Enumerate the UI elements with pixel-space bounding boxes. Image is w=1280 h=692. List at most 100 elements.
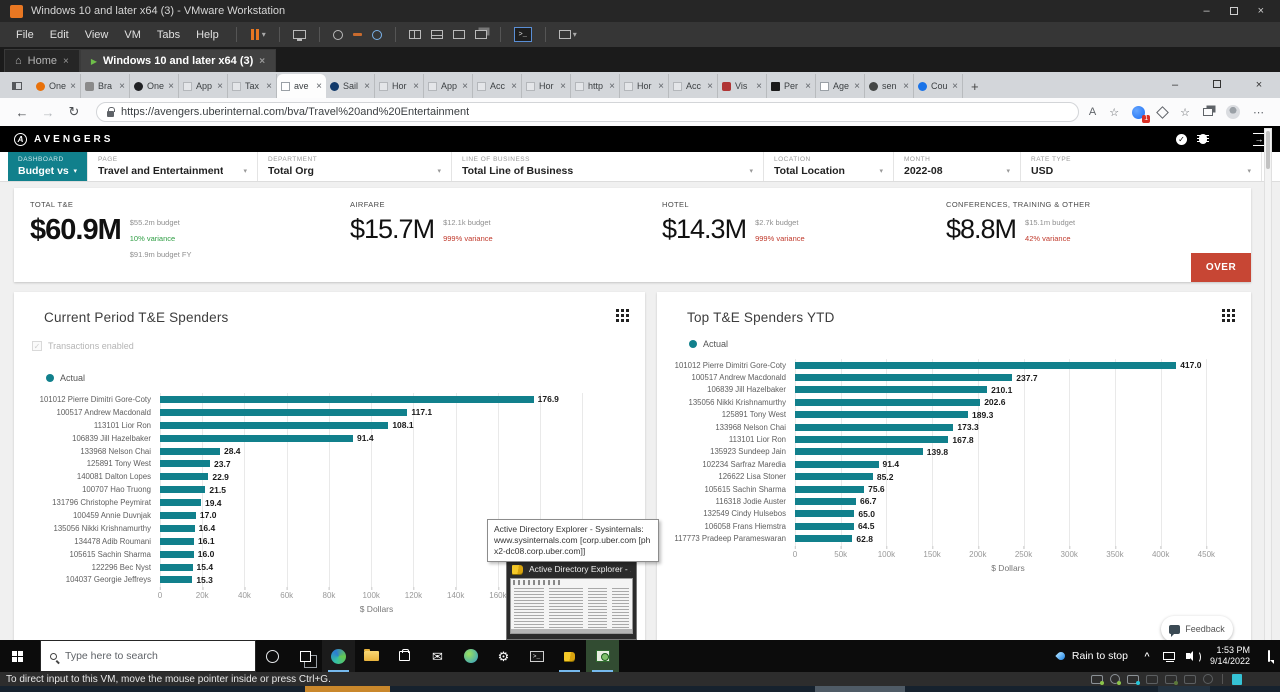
taskbar-cmd-button[interactable]: >_ [520, 640, 553, 672]
bar[interactable] [160, 408, 408, 416]
taskbar-edge-button[interactable] [322, 640, 355, 672]
grid-icon[interactable] [1222, 309, 1235, 322]
page-scrollbar[interactable] [1264, 128, 1272, 668]
filter-month[interactable]: MONTH 2022-08 ▾ [894, 152, 1021, 181]
tab-close-icon[interactable]: × [266, 81, 272, 92]
extension-badge-icon[interactable] [1132, 105, 1151, 123]
bar-row[interactable]: 125891 Tony West 189.3 [673, 409, 1235, 421]
bar[interactable] [795, 535, 853, 543]
favorites-icon[interactable]: ☆ [1109, 106, 1119, 119]
bar-row[interactable]: 133968 Nelson Chai 173.3 [673, 421, 1235, 433]
bar[interactable] [160, 511, 196, 519]
tab-close-icon[interactable]: × [364, 81, 370, 92]
browser-tab[interactable]: Tax × [228, 74, 277, 98]
tab-close-icon[interactable]: × [217, 81, 223, 92]
printer-device-icon[interactable] [1146, 674, 1158, 684]
bar-row[interactable]: 135056 Nikki Krishnamurthy 202.6 [673, 396, 1235, 408]
browser-tab[interactable]: Hor × [522, 74, 571, 98]
bar[interactable] [160, 537, 194, 545]
bar[interactable] [160, 563, 193, 571]
taskbar-clock[interactable]: 1:53 PM 9/14/2022 [1202, 640, 1258, 672]
browser-tab[interactable]: Per × [767, 74, 816, 98]
cd-dvd-device-icon[interactable] [1110, 674, 1121, 685]
filter-dashboard[interactable]: DASHBOARD Budget vs Actual ... ▾ [8, 152, 88, 181]
menu-vm[interactable]: VM [116, 26, 149, 44]
tab-close-icon[interactable]: × [316, 81, 322, 92]
bar[interactable] [795, 510, 855, 518]
bar[interactable] [160, 499, 201, 507]
close-button[interactable]: × [1258, 5, 1264, 17]
bar[interactable] [160, 421, 389, 429]
bar[interactable] [160, 486, 206, 494]
taskbar-settings-button[interactable]: ⚙ [487, 640, 520, 672]
tray-overflow-button[interactable]: ^ [1136, 640, 1158, 672]
browser-close-button[interactable]: × [1238, 79, 1280, 91]
browser-tab[interactable]: sen × [865, 74, 914, 98]
volume-tray-button[interactable] [1180, 640, 1202, 672]
browser-tab[interactable]: Cou × [914, 74, 963, 98]
extensions-icon[interactable] [1156, 105, 1169, 119]
tab-close-icon[interactable]: × [854, 81, 860, 92]
bar-row[interactable]: 113101 Lior Ron 108.1 [30, 419, 629, 432]
transactions-enabled-checkbox[interactable]: ✓ Transactions enabled [32, 341, 629, 351]
task-view-button[interactable] [289, 640, 322, 672]
tab-close-icon[interactable]: × [511, 81, 517, 92]
bar[interactable] [795, 398, 981, 406]
tab-close-icon[interactable]: × [462, 81, 468, 92]
bar-row[interactable]: 117773 Pradeep Parameswaran 62.8 [673, 532, 1235, 544]
tab-close-icon[interactable]: × [560, 81, 566, 92]
bug-report-icon[interactable] [1197, 134, 1209, 144]
menu-tabs[interactable]: Tabs [149, 26, 188, 44]
lock-icon[interactable] [107, 106, 115, 117]
taskbar-store-button[interactable] [388, 640, 421, 672]
fit-guest-button[interactable] [452, 30, 465, 39]
filter-department[interactable]: DEPARTMENT Total Org ▾ [258, 152, 452, 181]
bar-row[interactable]: 132549 Cindy Hulsebos 65.0 [673, 508, 1235, 520]
vm-tab-windows10[interactable]: ▶ Windows 10 and later x64 (3) × [79, 49, 277, 72]
address-bar[interactable]: https://avengers.uberinternal.com/bva/Tr… [96, 102, 1079, 122]
bar-row[interactable]: 140081 Dalton Lopes 22.9 [30, 470, 629, 483]
bar-row[interactable]: 100517 Andrew Macdonald 117.1 [30, 406, 629, 419]
menu-edit[interactable]: Edit [42, 26, 77, 44]
collections-icon[interactable]: ☆ [1180, 106, 1190, 119]
tab-groups-icon[interactable] [1203, 108, 1213, 116]
url-text[interactable]: https://avengers.uberinternal.com/bva/Tr… [121, 106, 469, 118]
profile-avatar[interactable] [1226, 105, 1240, 119]
chart-legend[interactable]: Actual [46, 373, 629, 383]
bar[interactable] [795, 460, 879, 468]
action-center-button[interactable] [1258, 640, 1280, 672]
browser-tab[interactable]: Vis × [718, 74, 767, 98]
minimize-button[interactable]: – [1203, 5, 1209, 17]
settings-menu-icon[interactable]: ⋯ [1253, 106, 1264, 119]
bar[interactable] [160, 460, 211, 468]
suspend-button[interactable]: ▾ [250, 29, 266, 40]
bar-row[interactable]: 126622 Lisa Stoner 85.2 [673, 471, 1235, 483]
bar[interactable] [795, 374, 1013, 382]
unity-mode-button[interactable] [474, 30, 487, 39]
browser-tab[interactable]: Hor × [620, 74, 669, 98]
maximize-button[interactable] [1229, 7, 1238, 15]
bar-row[interactable]: 116318 Jodie Auster 66.7 [673, 495, 1235, 507]
browser-tab[interactable]: ave × [277, 74, 326, 98]
refresh-button[interactable]: ↻ [62, 104, 86, 120]
filter-line-of-business[interactable]: LINE OF BUSINESS Total Line of Business ▾ [452, 152, 764, 181]
scrollbar-thumb[interactable] [1266, 131, 1270, 169]
bar[interactable] [795, 411, 969, 419]
bar-row[interactable]: 101012 Pierre Dimitri Gore-Coty 417.0 [673, 359, 1235, 371]
browser-tab[interactable]: Acc × [473, 74, 522, 98]
bar[interactable] [160, 550, 194, 558]
manage-snapshots-button[interactable] [371, 29, 382, 40]
tab-close-icon[interactable]: × [119, 81, 125, 92]
revert-snapshot-button[interactable] [352, 33, 362, 36]
tab-close-icon[interactable]: × [756, 81, 762, 92]
usb-device-icon[interactable] [1203, 674, 1213, 684]
taskbar-explorer-button[interactable] [355, 640, 388, 672]
display-device-icon[interactable] [1184, 674, 1196, 684]
bar-row[interactable]: 106839 Jill Hazelbaker 91.4 [30, 432, 629, 445]
bar-row[interactable]: 135923 Sundeep Jain 139.8 [673, 446, 1235, 458]
bar-row[interactable]: 102234 Sarfraz Maredia 91.4 [673, 458, 1235, 470]
bar[interactable] [795, 361, 1177, 369]
take-snapshot-button[interactable] [332, 29, 343, 40]
vm-tab-home[interactable]: ⌂ Home × [4, 49, 80, 72]
bar[interactable] [160, 473, 209, 481]
